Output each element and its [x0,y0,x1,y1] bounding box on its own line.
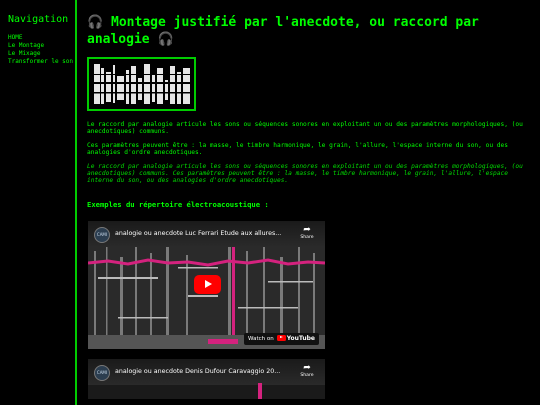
waveform-image [92,62,193,108]
spectrogram-image [258,382,262,399]
sidebar-heading: Navigation [8,14,69,25]
youtube-embed-ferrari[interactable]: CAMI analogie ou anecdote Luc Ferrari Et… [88,220,325,349]
video-title[interactable]: analogie ou anecdote Luc Ferrari Etude a… [115,230,281,237]
play-button[interactable] [194,274,221,294]
youtube-label: YouTube [286,334,315,342]
headphones-icon: 🎧 [157,32,174,47]
share-button[interactable]: ➦ Share [296,363,318,378]
share-button[interactable]: ➦ Share [296,225,318,240]
youtube-logo-icon [276,334,286,341]
examples-heading: Exemples du répertoire électroacoustique… [87,199,269,209]
page-title: 🎧 Montage justifié par l'anecdote, ou ra… [87,14,527,48]
paragraph-parametres: Ces paramètres peuvent être : la masse, … [87,141,508,157]
channel-avatar-icon[interactable]: CAMI [94,364,110,381]
nav-link-montage[interactable]: Le Montage [8,42,75,50]
share-icon: ➦ [303,362,311,373]
watch-on-youtube-button[interactable]: Watch on YouTube [244,332,319,345]
page-title-text: Montage justifié par l'anecdote, ou racc… [87,15,479,47]
channel-avatar-icon[interactable]: CAMI [94,226,110,243]
nav-link-home[interactable]: HOME [8,34,75,42]
watch-on-label: Watch on [248,335,274,342]
sidebar: Navigation HOME Le Montage Le Mixage Tra… [0,0,77,405]
nav-link-mixage[interactable]: Le Mixage [8,50,75,58]
paragraph-raccord: Le raccord par analogie articule les son… [87,121,523,136]
video-title[interactable]: analogie ou anecdote Denis Dufour Carava… [115,368,280,375]
headphones-icon: 🎧 [87,15,104,30]
waveform-thumbnail [87,57,196,111]
share-label: Share [300,234,314,240]
share-label: Share [300,372,314,378]
share-icon: ➦ [303,224,311,235]
paragraph-italic-summary: Le raccord par analogie articule les son… [87,162,523,185]
youtube-embed-dufour[interactable]: CAMI analogie ou anecdote Denis Dufour C… [88,358,325,399]
nav-link-transformer[interactable]: Transformer le son [8,58,75,66]
main-content: 🎧 Montage justifié par l'anecdote, ou ra… [87,14,527,399]
